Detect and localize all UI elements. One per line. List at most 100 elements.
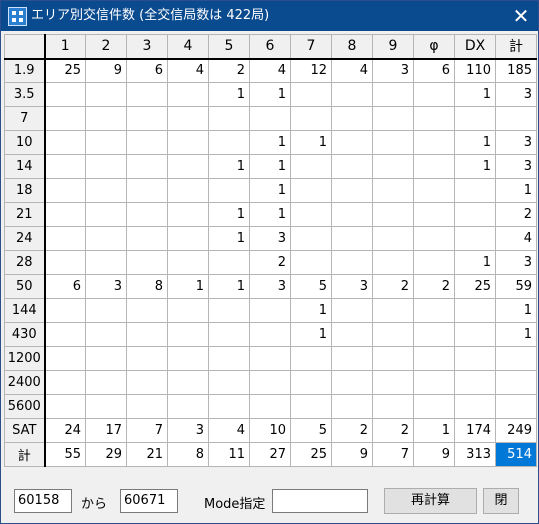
- close-icon[interactable]: ✕: [510, 5, 532, 27]
- row-header[interactable]: 144: [4, 298, 46, 323]
- table-cell[interactable]: [372, 394, 414, 419]
- table-cell[interactable]: [167, 346, 209, 371]
- table-cell[interactable]: 5: [290, 274, 332, 299]
- table-cell[interactable]: 2: [208, 58, 250, 83]
- table-cell[interactable]: [167, 298, 209, 323]
- table-cell[interactable]: [85, 130, 127, 155]
- table-cell[interactable]: 2: [249, 250, 291, 275]
- table-cell[interactable]: 9: [413, 442, 455, 467]
- table-cell[interactable]: 1: [454, 250, 496, 275]
- column-header[interactable]: φ: [413, 34, 455, 60]
- column-header[interactable]: DX: [454, 34, 496, 60]
- table-cell[interactable]: [167, 178, 209, 203]
- table-cell[interactable]: 3: [372, 58, 414, 83]
- table-cell[interactable]: 1: [249, 82, 291, 107]
- table-cell[interactable]: [208, 370, 250, 395]
- table-cell[interactable]: [249, 394, 291, 419]
- table-cell[interactable]: [413, 226, 455, 251]
- table-cell[interactable]: [331, 250, 373, 275]
- table-cell[interactable]: [413, 130, 455, 155]
- table-cell[interactable]: [372, 202, 414, 227]
- table-cell[interactable]: 27: [249, 442, 291, 467]
- row-header[interactable]: 24: [4, 226, 46, 251]
- column-header[interactable]: 3: [126, 34, 168, 60]
- table-cell[interactable]: [126, 298, 168, 323]
- table-cell[interactable]: [126, 82, 168, 107]
- table-cell[interactable]: 1: [249, 130, 291, 155]
- table-cell[interactable]: 1: [249, 154, 291, 179]
- table-cell[interactable]: [413, 250, 455, 275]
- table-cell[interactable]: [167, 370, 209, 395]
- column-header[interactable]: 9: [372, 34, 414, 60]
- table-cell[interactable]: [413, 178, 455, 203]
- table-cell[interactable]: 4: [167, 58, 209, 83]
- row-header[interactable]: SAT: [4, 418, 46, 443]
- column-header[interactable]: 7: [290, 34, 332, 60]
- table-cell[interactable]: [454, 178, 496, 203]
- table-cell[interactable]: [290, 346, 332, 371]
- row-header[interactable]: 2400: [4, 370, 46, 395]
- column-header[interactable]: 6: [249, 34, 291, 60]
- table-cell[interactable]: [208, 130, 250, 155]
- table-cell[interactable]: [44, 346, 86, 371]
- table-cell[interactable]: 1: [208, 154, 250, 179]
- table-cell[interactable]: 29: [85, 442, 127, 467]
- table-cell[interactable]: [85, 250, 127, 275]
- table-cell[interactable]: [208, 250, 250, 275]
- table-cell[interactable]: 6: [126, 58, 168, 83]
- table-cell[interactable]: [85, 106, 127, 131]
- to-number-input[interactable]: 60671: [120, 489, 178, 513]
- row-header[interactable]: 14: [4, 154, 46, 179]
- table-cell[interactable]: [44, 394, 86, 419]
- table-cell[interactable]: [372, 130, 414, 155]
- table-cell[interactable]: [208, 106, 250, 131]
- table-cell[interactable]: [331, 322, 373, 347]
- table-cell[interactable]: [208, 298, 250, 323]
- table-cell[interactable]: 21: [126, 442, 168, 467]
- table-cell[interactable]: [126, 154, 168, 179]
- table-cell[interactable]: [126, 178, 168, 203]
- table-cell[interactable]: [454, 322, 496, 347]
- selected-total-cell[interactable]: 514: [495, 442, 537, 467]
- table-cell[interactable]: 1: [249, 178, 291, 203]
- table-cell[interactable]: 6: [413, 58, 455, 83]
- table-cell[interactable]: [44, 130, 86, 155]
- table-cell[interactable]: [290, 370, 332, 395]
- table-cell[interactable]: [372, 178, 414, 203]
- table-cell[interactable]: [44, 298, 86, 323]
- table-cell[interactable]: [208, 178, 250, 203]
- table-cell[interactable]: [372, 226, 414, 251]
- table-cell[interactable]: [331, 130, 373, 155]
- table-cell[interactable]: [126, 394, 168, 419]
- table-cell[interactable]: [126, 322, 168, 347]
- table-cell[interactable]: 2: [372, 274, 414, 299]
- table-cell[interactable]: [454, 394, 496, 419]
- table-cell[interactable]: [495, 106, 537, 131]
- table-cell[interactable]: 24: [44, 418, 86, 443]
- table-cell[interactable]: [249, 298, 291, 323]
- table-cell[interactable]: 1: [454, 130, 496, 155]
- table-cell[interactable]: [208, 346, 250, 371]
- table-cell[interactable]: 2: [331, 418, 373, 443]
- table-cell[interactable]: 1: [454, 82, 496, 107]
- table-cell[interactable]: [126, 202, 168, 227]
- table-cell[interactable]: [126, 130, 168, 155]
- table-cell[interactable]: 1: [208, 82, 250, 107]
- table-cell[interactable]: [44, 106, 86, 131]
- close-button[interactable]: 閉: [483, 488, 519, 514]
- table-cell[interactable]: [454, 202, 496, 227]
- table-cell[interactable]: 7: [372, 442, 414, 467]
- row-header[interactable]: 21: [4, 202, 46, 227]
- table-cell[interactable]: [495, 346, 537, 371]
- table-cell[interactable]: [126, 370, 168, 395]
- table-cell[interactable]: [495, 394, 537, 419]
- table-cell[interactable]: [454, 298, 496, 323]
- column-header[interactable]: 8: [331, 34, 373, 60]
- table-cell[interactable]: 2: [413, 274, 455, 299]
- title-bar[interactable]: エリア別交信件数 (全交信局数は 422局) ✕: [1, 1, 538, 31]
- table-cell[interactable]: 3: [85, 274, 127, 299]
- table-cell[interactable]: [44, 202, 86, 227]
- table-cell[interactable]: [126, 106, 168, 131]
- table-cell[interactable]: [290, 154, 332, 179]
- table-cell[interactable]: 174: [454, 418, 496, 443]
